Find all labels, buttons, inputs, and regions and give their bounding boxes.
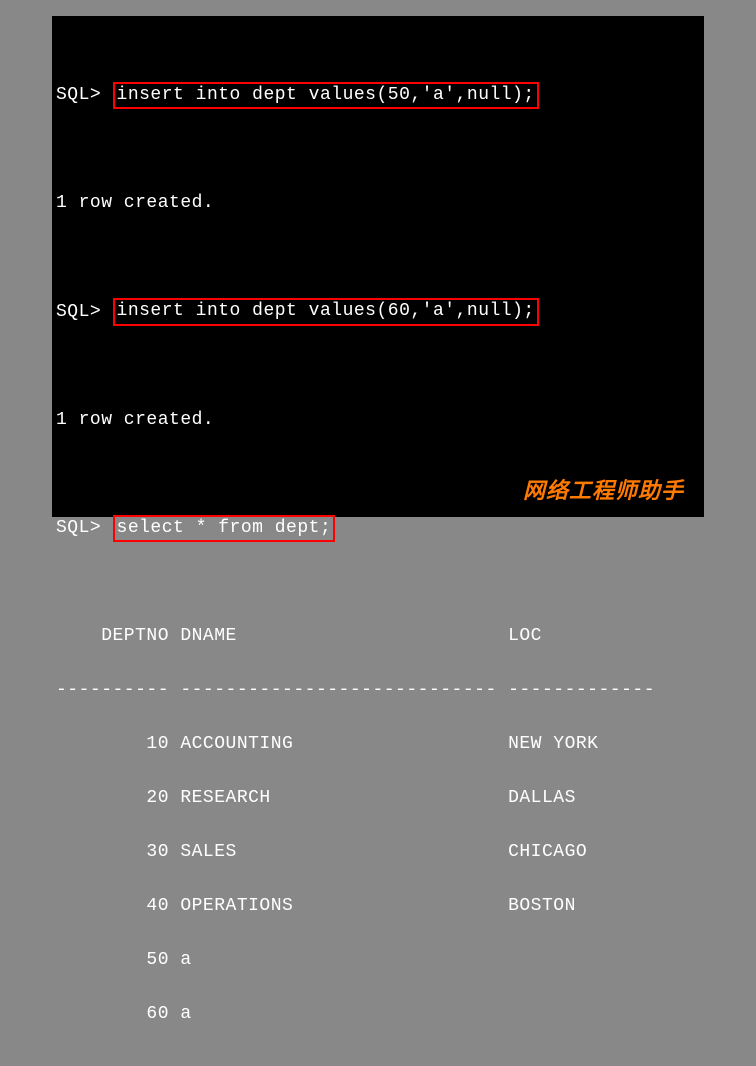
blank-line — [56, 1055, 700, 1066]
insert-command-1: insert into dept values(50,'a',null); — [113, 82, 539, 109]
insert-command-2: insert into dept values(60,'a',null); — [113, 298, 539, 325]
blank-line — [56, 136, 700, 163]
watermark-text: 网络工程师助手 — [523, 474, 684, 507]
feedback-1: 1 row created. — [56, 190, 700, 217]
table-row: 10 ACCOUNTING NEW YORK — [56, 731, 700, 758]
table-row: 20 RESEARCH DALLAS — [56, 785, 700, 812]
blank-line — [56, 353, 700, 380]
feedback-2: 1 row created. — [56, 407, 700, 434]
sql-prompt: SQL> — [56, 82, 101, 109]
table-row: 60 a — [56, 1001, 700, 1028]
table-row: 50 a — [56, 947, 700, 974]
table-row: 30 SALES CHICAGO — [56, 839, 700, 866]
sql-prompt: SQL> — [56, 515, 101, 542]
table-row: 40 OPERATIONS BOSTON — [56, 893, 700, 920]
select-command: select * from dept; — [113, 515, 336, 542]
table-divider: ---------- ---------------------------- … — [56, 677, 700, 704]
terminal-window[interactable]: SQL> insert into dept values(50,'a',null… — [50, 14, 706, 519]
command-line-3: SQL> select * from dept; — [56, 515, 700, 542]
table-header: DEPTNO DNAME LOC — [56, 623, 700, 650]
blank-line — [56, 244, 700, 271]
blank-line — [56, 569, 700, 596]
sql-prompt: SQL> — [56, 299, 101, 326]
command-line-1: SQL> insert into dept values(50,'a',null… — [56, 82, 700, 109]
command-line-2: SQL> insert into dept values(60,'a',null… — [56, 298, 700, 325]
